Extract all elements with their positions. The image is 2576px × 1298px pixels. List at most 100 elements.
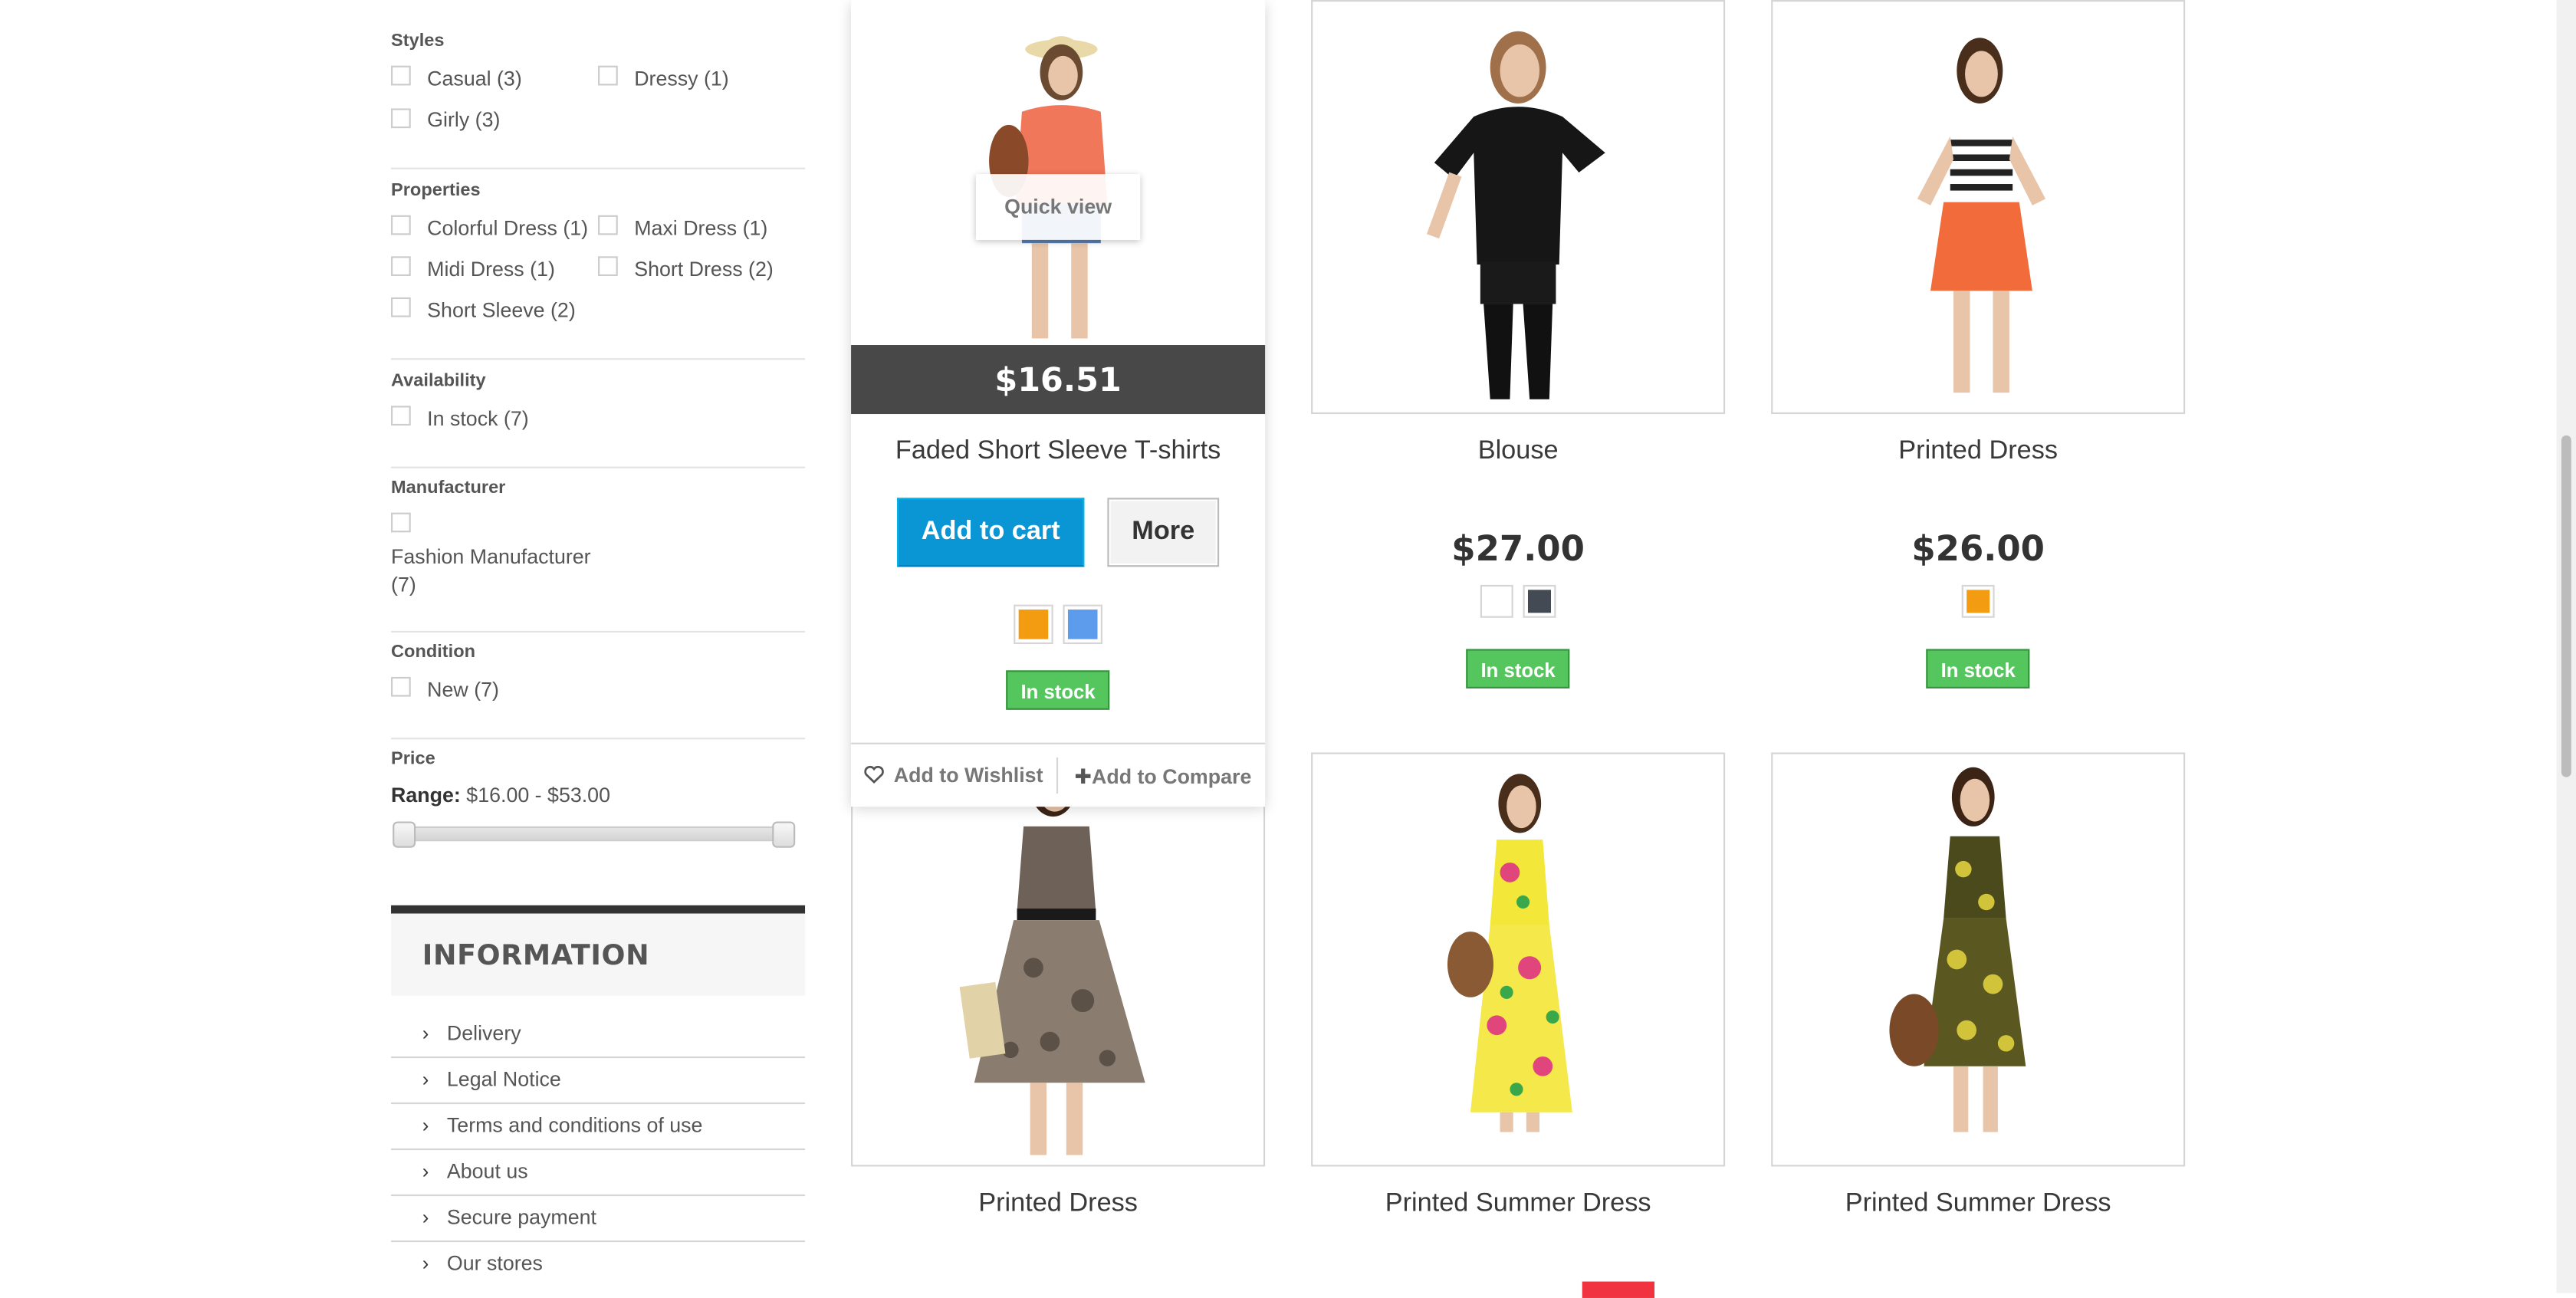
discount-badge [1582, 1281, 1655, 1298]
product-price: $16.51 [851, 345, 1266, 415]
scrollbar-thumb[interactable] [2561, 435, 2571, 777]
information-header: INFORMATION [391, 905, 806, 996]
divider [391, 738, 806, 740]
filter-option-in-stock[interactable]: In stock (7) [427, 407, 528, 430]
checkbox-dressy[interactable] [598, 65, 618, 86]
product-name[interactable]: Blouse [1311, 437, 1725, 467]
product-image[interactable] [1311, 752, 1726, 1167]
color-swatches [851, 604, 1265, 645]
price-range-value: $16.00 - $53.00 [466, 784, 610, 807]
product-name[interactable]: Faded Short Sleeve T-shirts [851, 437, 1265, 467]
filter-title-styles: Styles [391, 31, 445, 51]
availability-badge: In stock [1006, 670, 1110, 710]
product-image[interactable] [1771, 752, 2186, 1167]
swatch-fill [1527, 590, 1551, 613]
checkbox-short-dress[interactable] [598, 256, 618, 277]
chevron-right-icon: › [422, 1021, 429, 1045]
add-to-compare-link[interactable]: ✚Add to Compare [1075, 764, 1252, 789]
filter-option-girly[interactable]: Girly (3) [427, 108, 500, 131]
quick-view-button[interactable]: Quick view [975, 174, 1141, 240]
swatch-fill [1067, 610, 1098, 639]
info-link-label[interactable]: Secure payment [447, 1206, 596, 1229]
product-image[interactable] [851, 752, 1266, 1167]
info-link-label[interactable]: Delivery [447, 1022, 521, 1045]
info-link-label[interactable]: Our stores [447, 1252, 543, 1275]
checkbox-maxi-dress[interactable] [598, 215, 618, 235]
chevron-right-icon: › [422, 1067, 429, 1091]
availability-badge: In stock [1926, 649, 2031, 688]
color-swatch-white[interactable] [1480, 584, 1513, 618]
filter-option-colorful-dress[interactable]: Colorful Dress (1) [427, 217, 588, 240]
product-name[interactable]: Printed Summer Dress [1311, 1190, 1725, 1220]
info-link-label[interactable]: Terms and conditions of use [447, 1114, 703, 1137]
product-photo-blouse [1426, 31, 1605, 399]
checkbox-colorful-dress[interactable] [391, 215, 411, 235]
filter-title-condition: Condition [391, 642, 476, 662]
info-link-label[interactable]: Legal Notice [447, 1068, 561, 1091]
swatch-fill [1018, 610, 1049, 639]
info-link-secure-payment[interactable]: › Secure payment [391, 1196, 806, 1243]
information-title: INFORMATION [422, 939, 650, 973]
filter-title-price: Price [391, 749, 435, 769]
product-price: $27.00 [1451, 529, 1585, 569]
filter-option-short-dress[interactable]: Short Dress (2) [634, 258, 774, 281]
product-name[interactable]: Printed Dress [1771, 437, 2185, 467]
price-slider-max-handle[interactable] [772, 821, 796, 848]
info-link-our-stores[interactable]: › Our stores [391, 1242, 805, 1288]
product-photo-printed-dress [1917, 38, 2046, 393]
checkbox-new[interactable] [391, 676, 411, 697]
info-link-about-us[interactable]: › About us [391, 1150, 806, 1197]
filter-option-new[interactable]: New (7) [427, 679, 499, 702]
color-swatch-blue[interactable] [1063, 604, 1102, 645]
wishlist-label[interactable]: Add to Wishlist [894, 764, 1043, 787]
product-photo-printed-summer-dress [1447, 774, 1572, 1132]
page-scrollbar[interactable] [2556, 0, 2576, 1293]
color-swatches [1771, 584, 2185, 618]
product-image[interactable] [1311, 0, 1726, 415]
swatch-fill [1967, 590, 1990, 613]
product-image[interactable] [1771, 0, 2186, 415]
compare-label[interactable]: Add to Compare [1092, 766, 1251, 789]
price-slider-min-handle[interactable] [393, 821, 416, 848]
divider [391, 167, 806, 169]
info-link-label[interactable]: About us [447, 1160, 528, 1183]
divider [1056, 757, 1059, 794]
price-range-label: Range: [391, 784, 461, 807]
chevron-right-icon: › [422, 1205, 429, 1229]
product-photo-faded-tshirt [989, 36, 1108, 339]
filter-option-casual[interactable]: Casual (3) [427, 67, 522, 90]
heart-icon [864, 765, 884, 784]
info-link-terms[interactable]: › Terms and conditions of use [391, 1104, 806, 1151]
product-photo-printed-summer-dress-2 [1889, 767, 2026, 1132]
product-price: $26.00 [1911, 529, 2045, 569]
color-swatch-orange[interactable] [1961, 584, 1995, 618]
checkbox-short-sleeve[interactable] [391, 297, 411, 317]
chevron-right-icon: › [422, 1113, 429, 1137]
filter-option-fashion-manufacturer[interactable]: Fashion Manufacturer (7) [391, 544, 605, 600]
more-button[interactable]: More [1107, 498, 1220, 567]
price-range-slider[interactable] [393, 821, 796, 848]
divider [391, 466, 806, 468]
checkbox-girly[interactable] [391, 108, 411, 129]
divider [391, 358, 806, 360]
checkbox-fashion-manufacturer[interactable] [391, 512, 411, 533]
product-card-faded-short-sleeve-tshirts: Quick view $16.51 Faded Short Sleeve T-s… [851, 0, 1266, 807]
info-link-legal-notice[interactable]: › Legal Notice [391, 1058, 806, 1105]
checkbox-casual[interactable] [391, 65, 411, 86]
add-to-wishlist-link[interactable]: Add to Wishlist [864, 764, 1043, 787]
filter-option-short-sleeve[interactable]: Short Sleeve (2) [427, 299, 576, 322]
chevron-right-icon: › [422, 1159, 429, 1183]
product-name[interactable]: Printed Summer Dress [1771, 1190, 2185, 1220]
filter-title-properties: Properties [391, 180, 481, 201]
filter-option-midi-dress[interactable]: Midi Dress (1) [427, 258, 555, 281]
info-link-delivery[interactable]: › Delivery [391, 1012, 806, 1059]
checkbox-in-stock[interactable] [391, 406, 411, 426]
filter-option-dressy[interactable]: Dressy (1) [634, 67, 729, 90]
checkbox-midi-dress[interactable] [391, 256, 411, 277]
filter-option-maxi-dress[interactable]: Maxi Dress (1) [634, 217, 767, 240]
color-swatch-orange[interactable] [1014, 604, 1053, 645]
divider [391, 630, 806, 633]
product-name[interactable]: Printed Dress [851, 1190, 1265, 1220]
add-to-cart-button[interactable]: Add to cart [897, 498, 1085, 567]
color-swatch-dark-gray[interactable] [1523, 584, 1556, 618]
